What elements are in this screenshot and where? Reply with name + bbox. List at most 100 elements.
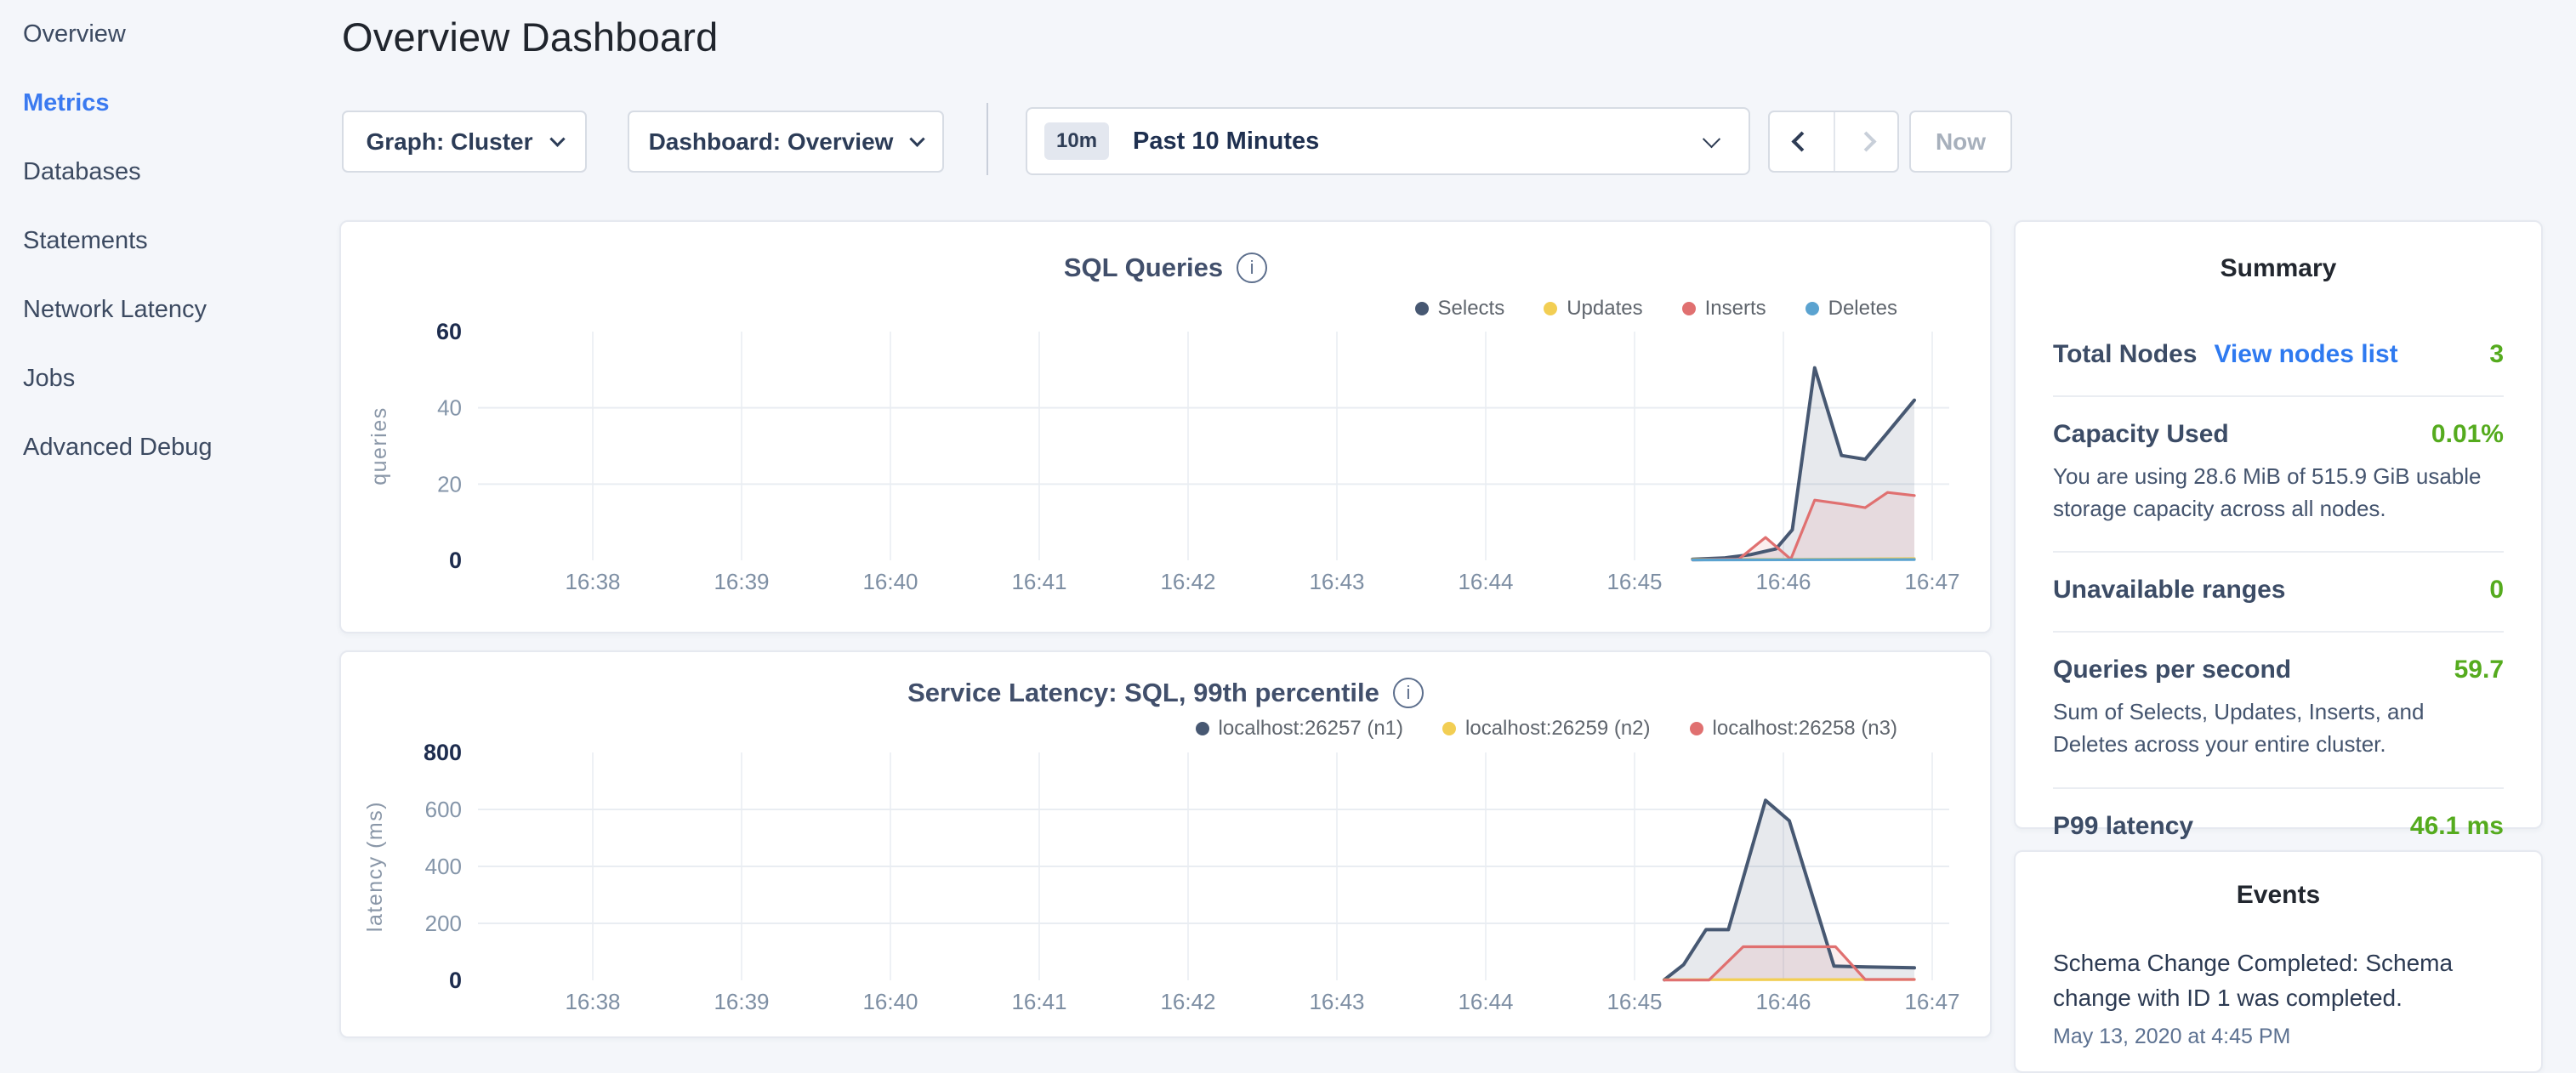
x-tick-label: 16:45	[1606, 989, 1662, 1014]
summary-row-label: Queries per second	[2053, 656, 2291, 684]
summary-row-description: You are using 28.6 MiB of 515.9 GiB usab…	[2053, 461, 2504, 525]
chart-title: SQL Queries	[1064, 253, 1223, 283]
deletes-area	[1692, 559, 1914, 560]
y-tick-label: 0	[449, 968, 462, 993]
events-list: Schema Change Completed: Schema change w…	[2016, 945, 2541, 1049]
sidebar-item-overview[interactable]: Overview	[23, 0, 329, 69]
localhost-26258-n3-area	[1664, 947, 1914, 981]
y-tick-label: 400	[425, 854, 462, 879]
sql-queries-chart-card: SQL Queries i SelectsUpdatesInsertsDelet…	[339, 220, 1992, 633]
sidebar-item-metrics[interactable]: Metrics	[23, 69, 329, 138]
x-tick-label: 16:39	[714, 989, 769, 1014]
x-tick-label: 16:40	[862, 569, 918, 594]
x-tick-label: 16:46	[1755, 989, 1811, 1014]
x-tick-label: 16:41	[1011, 569, 1066, 594]
y-tick-label: 0	[449, 548, 462, 573]
chevron-down-icon	[549, 131, 565, 146]
summary-row-capacity-used: Capacity Used0.01% You are using 28.6 MiB…	[2053, 397, 2504, 553]
y-tick-label: 600	[425, 797, 462, 822]
page-title: Overview Dashboard	[342, 14, 718, 60]
legend-label: Updates	[1567, 297, 1642, 321]
x-tick-label: 16:42	[1160, 989, 1215, 1014]
y-tick-label: 20	[437, 471, 462, 497]
y-axis-label: queries	[367, 406, 391, 485]
chart-legend: SelectsUpdatesInsertsDeletes	[1415, 297, 1898, 321]
legend-item-localhost-26257-n1: localhost:26257 (n1)	[1196, 717, 1403, 741]
sidebar-item-databases[interactable]: Databases	[23, 138, 329, 207]
time-range-picker[interactable]: 10m Past 10 Minutes	[1026, 107, 1750, 175]
y-tick-label: 60	[436, 319, 462, 344]
x-tick-label: 16:46	[1755, 569, 1811, 594]
summary-row-total-nodes: Total Nodes View nodes list 3	[2053, 317, 2504, 397]
x-tick-label: 16:39	[714, 569, 769, 594]
legend-item-inserts: Inserts	[1682, 297, 1766, 321]
graph-dropdown-label: Graph: Cluster	[366, 128, 532, 156]
service-latency-chart: 020040060080016:3816:3916:4016:4116:4216…	[341, 652, 1990, 1036]
sidebar-item-statements[interactable]: Statements	[23, 207, 329, 275]
event-message: Schema Change Completed: Schema change w…	[2053, 945, 2504, 1016]
summary-row-head: Capacity Used0.01%	[2053, 420, 2504, 449]
events-title: Events	[2016, 881, 2541, 910]
time-range-badge: 10m	[1044, 122, 1109, 160]
summary-row-head: Unavailable ranges 0	[2053, 576, 2504, 605]
service-latency-chart-card: Service Latency: SQL, 99th percentile i …	[339, 650, 1992, 1038]
updates-area	[1692, 559, 1914, 560]
legend-item-updates: Updates	[1544, 297, 1642, 321]
legend-dot-icon	[1196, 722, 1209, 735]
summary-row-value: 3	[2489, 340, 2504, 369]
summary-row-label: P99 latency	[2053, 812, 2193, 841]
x-tick-label: 16:47	[1904, 989, 1959, 1014]
info-icon[interactable]: i	[1393, 678, 1424, 708]
now-button[interactable]: Now	[1909, 111, 2012, 173]
legend-dot-icon	[1415, 302, 1429, 315]
prev-time-button[interactable]	[1770, 112, 1834, 171]
chevron-right-icon	[1856, 131, 1876, 151]
summary-row-label: Unavailable ranges	[2053, 576, 2285, 605]
events-panel: Events Schema Change Completed: Schema c…	[2014, 850, 2543, 1073]
summary-row-unavailable-ranges: Unavailable ranges 0	[2053, 553, 2504, 633]
x-tick-label: 16:42	[1160, 569, 1215, 594]
chevron-down-icon	[1703, 130, 1720, 148]
event-timestamp: May 13, 2020 at 4:45 PM	[2053, 1025, 2504, 1049]
summary-row-value: 59.7	[2454, 656, 2504, 684]
next-time-button[interactable]	[1834, 112, 1897, 171]
x-tick-label: 16:43	[1309, 569, 1364, 594]
graph-dropdown[interactable]: Graph: Cluster	[342, 111, 587, 173]
info-icon[interactable]: i	[1237, 253, 1267, 283]
event-item[interactable]: Schema Change Completed: Schema change w…	[2053, 945, 2504, 1049]
legend-item-selects: Selects	[1415, 297, 1505, 321]
sidebar-item-jobs[interactable]: Jobs	[23, 344, 329, 413]
x-tick-label: 16:41	[1011, 989, 1066, 1014]
chart-title: Service Latency: SQL, 99th percentile	[907, 678, 1379, 708]
chevron-down-icon	[910, 131, 925, 146]
sidebar-item-network-latency[interactable]: Network Latency	[23, 275, 329, 344]
sidebar: OverviewMetricsDatabasesStatementsNetwor…	[23, 0, 329, 482]
x-tick-label: 16:47	[1904, 569, 1959, 594]
legend-label: Inserts	[1705, 297, 1766, 321]
now-button-label: Now	[1936, 128, 1986, 156]
legend-dot-icon	[1805, 302, 1819, 315]
legend-dot-icon	[1442, 722, 1456, 735]
summary-row-head: Queries per second 59.7	[2053, 656, 2504, 684]
x-tick-label: 16:40	[862, 989, 918, 1014]
controls-divider	[987, 103, 988, 175]
summary-row-label: Total Nodes	[2053, 340, 2197, 369]
summary-rows: Total Nodes View nodes list 3 Capacity Used…	[2053, 317, 2504, 867]
chart-legend: localhost:26257 (n1)localhost:26259 (n2)…	[1196, 717, 1897, 741]
deletes-line	[1692, 559, 1914, 560]
view-nodes-list-link[interactable]: View nodes list	[2214, 340, 2397, 369]
summary-row-head: P99 latency46.1 ms	[2053, 812, 2504, 841]
inserts-area	[1692, 492, 1914, 560]
localhost-26258-n3-line	[1664, 947, 1914, 980]
legend-label: localhost:26257 (n1)	[1219, 717, 1403, 741]
inserts-line	[1692, 492, 1914, 559]
localhost-26257-n1-area	[1664, 800, 1914, 980]
y-tick-label: 40	[437, 395, 462, 421]
selects-area	[1692, 368, 1914, 560]
y-tick-label: 800	[424, 740, 462, 765]
dashboard-dropdown[interactable]: Dashboard: Overview	[628, 111, 944, 173]
legend-label: Selects	[1438, 297, 1505, 321]
localhost-26259-n2-area	[1664, 979, 1914, 980]
summary-row-value: 0	[2489, 576, 2504, 605]
sidebar-item-advanced-debug[interactable]: Advanced Debug	[23, 413, 329, 482]
